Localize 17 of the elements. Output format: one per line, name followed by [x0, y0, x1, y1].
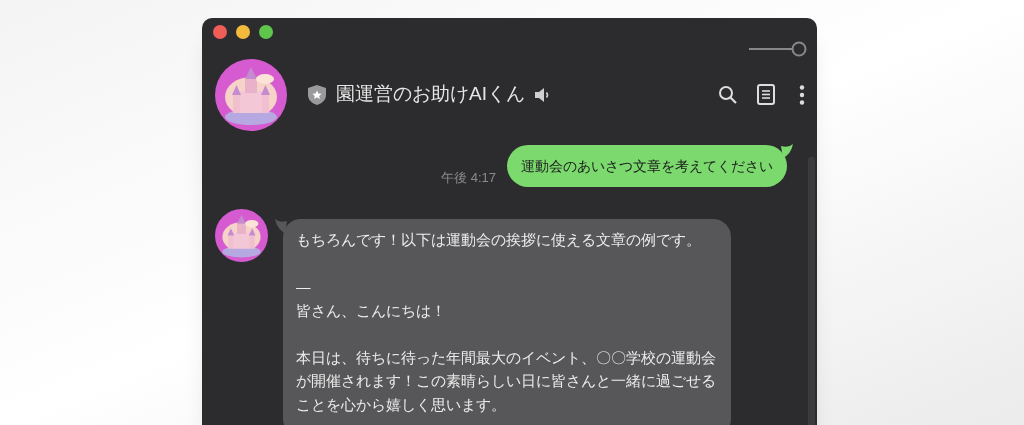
- close-button[interactable]: [213, 25, 227, 39]
- chat-title: 園運営のお助けAIくん: [336, 82, 525, 107]
- notes-icon[interactable]: [757, 84, 775, 105]
- message-text: もちろんです！以下は運動会の挨拶に使える文章の例です。: [296, 231, 702, 250]
- sent-message-bubble: 運動会のあいさつ文章を考えてください: [507, 145, 787, 187]
- bubble-tail: [781, 144, 793, 158]
- slider-icon[interactable]: [749, 40, 807, 58]
- message-text: —: [296, 278, 312, 297]
- message-time: 午後 4:17: [441, 168, 496, 187]
- maximize-button[interactable]: [259, 25, 273, 39]
- minimize-button[interactable]: [236, 25, 250, 39]
- message-text: 皆さん、こんにちは！: [296, 301, 447, 321]
- message-text: 本日は、待ちに待った年間最大のイベント、〇〇学校の運動会が開催されます！この素晴らしい日に皆さんと一緒に過ごせることを心から嬉しく思います。: [296, 348, 717, 415]
- more-icon[interactable]: [799, 84, 805, 105]
- search-icon[interactable]: [718, 84, 738, 105]
- shield-icon: [307, 83, 327, 106]
- speaker-icon[interactable]: [532, 85, 551, 104]
